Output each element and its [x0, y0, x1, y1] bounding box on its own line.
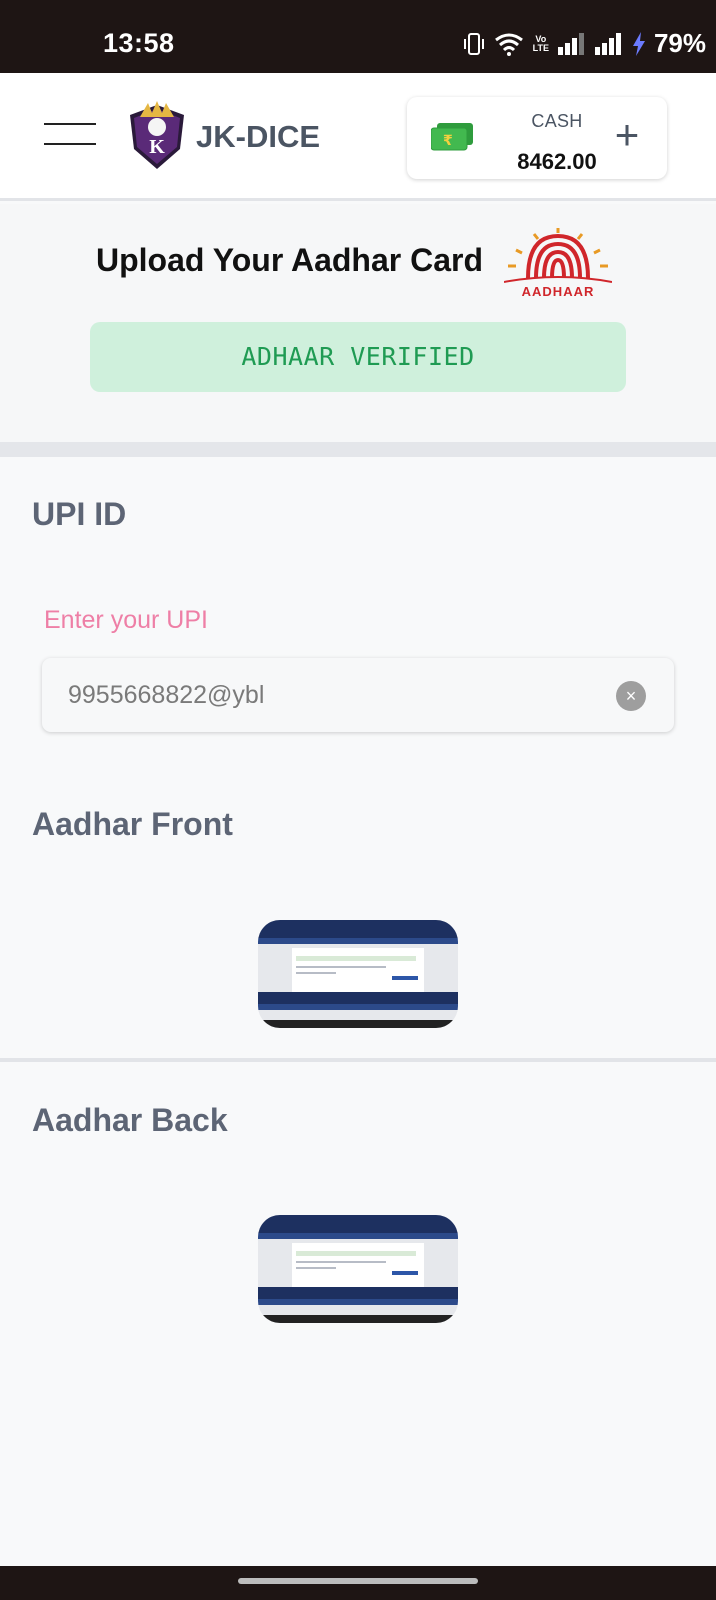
status-bar: 13:58 Vo LTE 79% [0, 0, 716, 73]
cash-icon: ₹ [431, 123, 473, 151]
clear-icon[interactable]: × [616, 681, 646, 711]
brand-logo: K [130, 101, 184, 169]
brand-name: JK-DICE [196, 119, 321, 154]
aadhar-section: Upload Your Aadhar Card AADHAAR ADHAAR V… [0, 204, 716, 442]
cash-balance: 8462.00 [517, 149, 597, 174]
logo-letter: K [149, 136, 165, 158]
section-divider [0, 442, 716, 457]
menu-icon[interactable] [44, 123, 96, 147]
aadhar-front-heading: Aadhar Front [32, 806, 233, 842]
aadhar-front-image[interactable] [258, 920, 458, 1028]
upi-heading: UPI ID [32, 496, 127, 532]
vibrate-icon [463, 33, 484, 55]
wallet-card[interactable]: ₹ CASH 8462.00 + [407, 97, 667, 179]
aadhar-front-preview [258, 920, 458, 1028]
upi-input-box: × [42, 658, 674, 732]
signal-icon [595, 33, 621, 55]
status-time: 13:58 [103, 28, 175, 58]
battery-charging-icon [633, 32, 645, 56]
aadhar-back-image[interactable] [258, 1215, 458, 1323]
home-indicator[interactable] [238, 1578, 478, 1584]
app-header: K JK-DICE ₹ CASH 8462.00 + [0, 73, 716, 201]
verified-status-badge: ADHAAR VERIFIED [90, 322, 626, 392]
document-divider [0, 1058, 716, 1062]
wifi-icon [494, 33, 523, 56]
upi-input[interactable] [68, 672, 588, 718]
aadhaar-logo: AADHAAR [504, 228, 612, 299]
currency-symbol: ₹ [443, 133, 453, 149]
status-icons: Vo LTE [463, 30, 646, 58]
cash-label: CASH [531, 111, 583, 131]
battery-percent: 79% [653, 28, 706, 58]
upload-title: Upload Your Aadhar Card [96, 242, 484, 278]
aadhaar-logo-text: AADHAAR [522, 284, 595, 299]
menu-line [44, 143, 96, 145]
aadhar-back-preview [258, 1215, 458, 1323]
signal-icon [558, 33, 584, 55]
upi-label: Enter your UPI [44, 606, 208, 634]
volte-bottom: LTE [532, 43, 549, 53]
aadhar-back-heading: Aadhar Back [32, 1102, 228, 1138]
menu-line [44, 123, 96, 125]
add-cash-button[interactable]: + [605, 114, 649, 159]
volte-indicator: Vo LTE [533, 35, 549, 53]
